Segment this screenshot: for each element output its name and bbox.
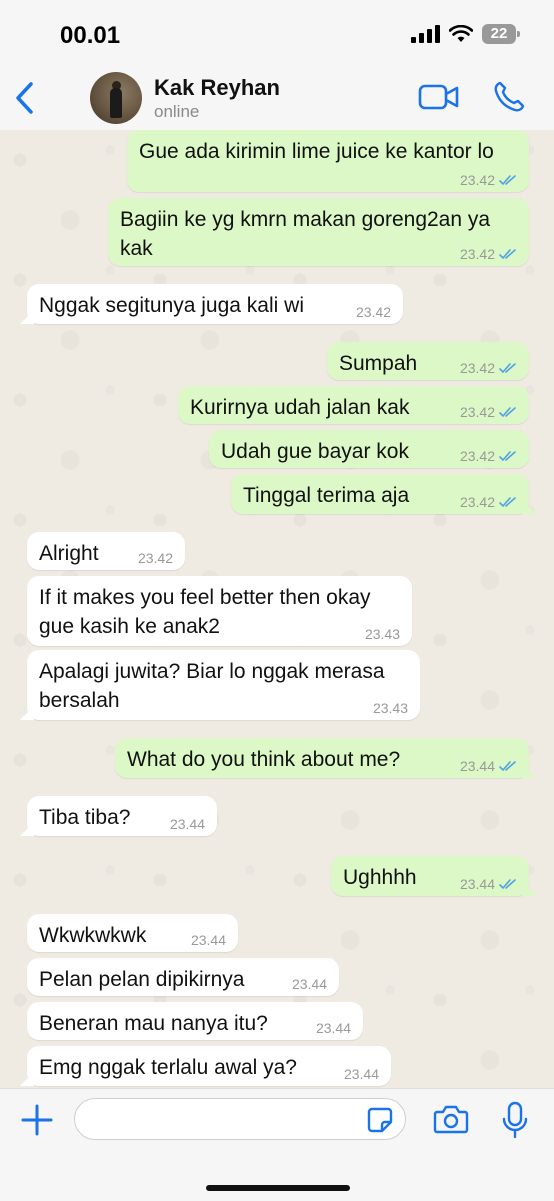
status-bar: 00.01 22 [0, 0, 554, 70]
message-text: Apalagi juwita? Biar lo nggak merasa ber… [39, 660, 385, 712]
message-time: 23.43 [364, 626, 400, 642]
read-ticks-icon [499, 407, 516, 418]
outgoing-message[interactable]: Bagiin ke yg kmrn makan goreng2an ya kak… [108, 198, 529, 266]
outgoing-message[interactable]: Tinggal terima aja 23.42 [231, 474, 529, 514]
outgoing-message[interactable]: Sumpah 23.42 [327, 342, 529, 380]
message-text: Gue ada kirimin lime juice ke kantor lo [139, 140, 494, 163]
message-meta: 23.44 [292, 977, 327, 991]
read-ticks-icon [499, 175, 516, 186]
message-meta: 23.42 [460, 449, 517, 463]
message-meta: 23.44 [170, 817, 205, 831]
message-time: 23.44 [459, 758, 495, 774]
message-text: Pelan pelan dipikirnya [39, 968, 245, 991]
message-time: 23.42 [355, 304, 391, 320]
sticker-icon[interactable] [366, 1106, 394, 1134]
message-time: 23.44 [343, 1066, 379, 1082]
battery-indicator: 22 [482, 24, 520, 44]
message-time: 23.44 [190, 932, 226, 948]
contact-status: online [154, 102, 200, 121]
message-meta: 23.42 [460, 247, 517, 261]
message-text: Bagiin ke yg kmrn makan goreng2an ya kak [120, 208, 491, 260]
camera-icon[interactable] [433, 1103, 469, 1135]
message-meta: 23.44 [460, 877, 517, 891]
status-time: 00.01 [60, 22, 121, 49]
message-time: 23.44 [291, 976, 327, 992]
message-time: 23.42 [459, 360, 495, 376]
read-ticks-icon [499, 249, 516, 260]
message-text: If it makes you feel better then okay gu… [39, 586, 371, 638]
message-meta: 23.43 [365, 627, 400, 641]
message-meta: 23.42 [460, 405, 517, 419]
message-meta: 23.43 [373, 701, 408, 715]
message-time: 23.44 [169, 816, 205, 832]
incoming-message[interactable]: Nggak segitunya juga kali wi 23.42 [27, 284, 403, 324]
composer-bar [0, 1088, 554, 1201]
read-ticks-icon [499, 451, 516, 462]
message-meta: 23.42 [460, 361, 517, 375]
outgoing-message[interactable]: Kurirnya udah jalan kak 23.42 [178, 386, 529, 424]
incoming-message[interactable]: Apalagi juwita? Biar lo nggak merasa ber… [27, 650, 420, 720]
phone-icon[interactable] [492, 80, 526, 114]
read-ticks-icon [499, 497, 516, 508]
incoming-message[interactable]: If it makes you feel better then okay gu… [27, 576, 412, 646]
message-text: Ughhhh [343, 866, 417, 889]
incoming-message[interactable]: Alright 23.42 [27, 532, 185, 570]
message-time: 23.42 [137, 550, 173, 566]
message-text: Tiba tiba? [39, 806, 131, 829]
back-icon[interactable] [10, 76, 40, 120]
message-text: Kurirnya udah jalan kak [190, 396, 410, 419]
incoming-message[interactable]: Wkwkwkwk 23.44 [27, 914, 238, 952]
message-time: 23.42 [459, 448, 495, 464]
message-time: 23.42 [459, 246, 495, 262]
message-text: Wkwkwkwk [39, 924, 147, 947]
message-meta: 23.44 [316, 1021, 351, 1035]
microphone-icon[interactable] [502, 1101, 528, 1139]
message-time: 23.42 [459, 404, 495, 420]
message-text: Nggak segitunya juga kali wi [39, 294, 304, 317]
message-meta: 23.42 [356, 305, 391, 319]
message-time: 23.44 [459, 876, 495, 892]
home-indicator [206, 1185, 350, 1191]
message-meta: 23.42 [138, 551, 173, 565]
message-text: Udah gue bayar kok [221, 440, 409, 463]
message-text: Sumpah [339, 352, 418, 375]
contact-name[interactable]: Kak Reyhan [154, 75, 280, 101]
message-text: What do you think about me? [127, 748, 401, 771]
message-text: Emg nggak terlalu awal ya? [39, 1056, 297, 1079]
message-input[interactable] [74, 1098, 406, 1140]
message-time: 23.43 [372, 700, 408, 716]
message-text: Tinggal terima aja [243, 484, 410, 507]
wifi-icon [449, 25, 473, 42]
message-meta: 23.44 [460, 759, 517, 773]
plus-icon[interactable] [20, 1103, 54, 1137]
read-ticks-icon [499, 879, 516, 890]
incoming-message[interactable]: Tiba tiba? 23.44 [27, 796, 217, 836]
message-time: 23.44 [315, 1020, 351, 1036]
message-time: 23.42 [459, 494, 495, 510]
video-call-icon[interactable] [418, 82, 460, 112]
status-icons: 22 [411, 24, 520, 44]
outgoing-message[interactable]: Gue ada kirimin lime juice ke kantor lo 2… [127, 130, 529, 192]
incoming-message[interactable]: Pelan pelan dipikirnya 23.44 [27, 958, 339, 996]
incoming-message[interactable]: Emg nggak terlalu awal ya? 23.44 [27, 1046, 391, 1086]
outgoing-message[interactable]: What do you think about me? 23.44 [115, 738, 529, 778]
read-ticks-icon [499, 363, 516, 374]
message-text: Alright [39, 542, 99, 565]
incoming-message[interactable]: Beneran mau nanya itu? 23.44 [27, 1002, 363, 1040]
avatar[interactable] [90, 72, 142, 124]
message-meta: 23.44 [344, 1067, 379, 1081]
message-meta: 23.44 [191, 933, 226, 947]
outgoing-message[interactable]: Ughhhh 23.44 [331, 856, 529, 896]
cellular-signal-icon [411, 25, 440, 43]
message-text: Beneran mau nanya itu? [39, 1012, 268, 1035]
outgoing-message[interactable]: Udah gue bayar kok 23.42 [209, 430, 529, 468]
chat-header: Kak Reyhan online [0, 70, 554, 130]
message-meta: 23.42 [460, 173, 517, 187]
message-list[interactable]: Gue ada kirimin lime juice ke kantor lo 2… [0, 130, 554, 1088]
message-meta: 23.42 [460, 495, 517, 509]
message-time: 23.42 [459, 172, 495, 188]
read-ticks-icon [499, 761, 516, 772]
